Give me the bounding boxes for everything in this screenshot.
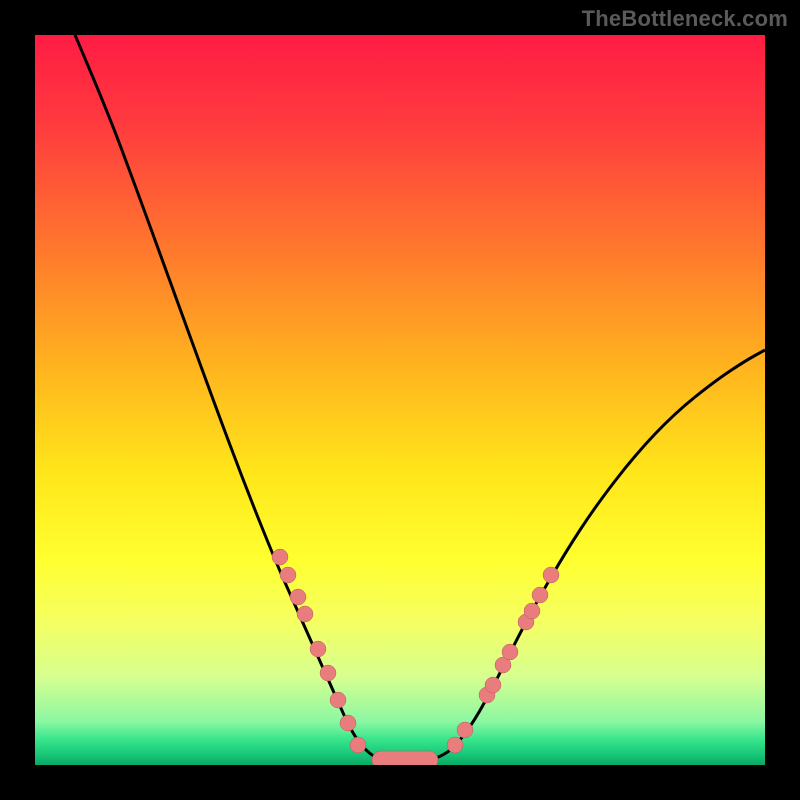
chart-svg <box>35 35 765 765</box>
marker-dot <box>320 665 336 681</box>
marker-dot <box>485 677 501 693</box>
marker-dot <box>502 644 518 660</box>
marker-dot <box>457 722 473 738</box>
marker-dot <box>532 587 548 603</box>
marker-dot <box>330 692 346 708</box>
marker-dot <box>524 603 540 619</box>
marker-dot <box>350 737 366 753</box>
chart-frame: TheBottleneck.com <box>0 0 800 800</box>
marker-dot <box>340 715 356 731</box>
gradient-background <box>35 35 765 765</box>
marker-dot <box>290 589 306 605</box>
marker-dot <box>310 641 326 657</box>
marker-dot <box>447 737 463 753</box>
plot-area <box>35 35 765 765</box>
curve-bottom-capsule <box>372 751 438 765</box>
marker-dot <box>280 567 296 583</box>
marker-dot <box>543 567 559 583</box>
watermark-text: TheBottleneck.com <box>582 6 788 32</box>
marker-dot <box>272 549 288 565</box>
marker-dot <box>297 606 313 622</box>
